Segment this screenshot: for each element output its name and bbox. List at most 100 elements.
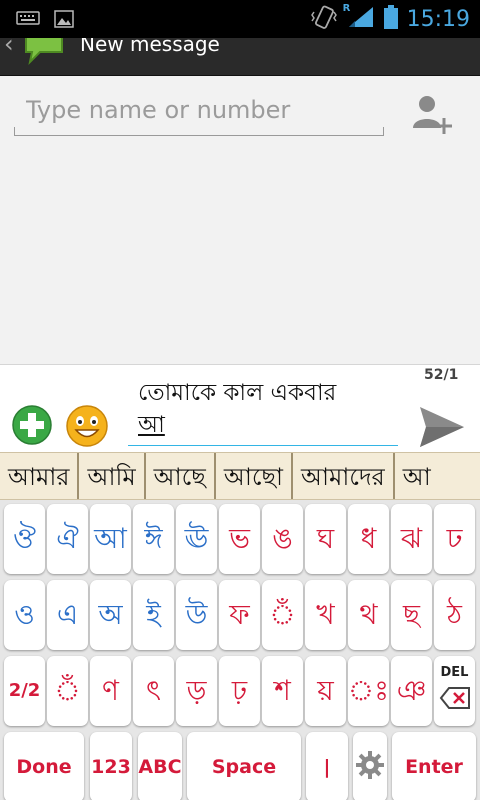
page-title: New message bbox=[80, 38, 220, 56]
char-key[interactable]: ঙ bbox=[262, 504, 303, 574]
char-key[interactable]: ◌ঁ bbox=[47, 656, 88, 726]
key-label: উ bbox=[185, 598, 208, 631]
key-label: ঢ় bbox=[231, 674, 248, 707]
action-bar: ‹ New message bbox=[0, 38, 480, 76]
keyboard-row-4: Done 123 ABC Space | Enter bbox=[0, 728, 480, 800]
char-key[interactable]: ঔ bbox=[4, 504, 45, 574]
delete-label: DEL bbox=[440, 665, 469, 680]
key-label: ফ bbox=[229, 598, 250, 631]
smiley-icon[interactable] bbox=[66, 405, 108, 447]
key-label: ঈ bbox=[144, 522, 163, 555]
char-key[interactable]: ও bbox=[4, 580, 45, 650]
done-key[interactable]: Done bbox=[4, 732, 84, 800]
key-label: ৎ bbox=[146, 674, 161, 707]
char-key[interactable]: য় bbox=[305, 656, 346, 726]
space-key[interactable]: Space bbox=[187, 732, 301, 800]
char-key[interactable]: থ bbox=[348, 580, 389, 650]
page-toggle-key[interactable]: 2/2 bbox=[4, 656, 45, 726]
suggestion-item[interactable]: আ bbox=[395, 453, 439, 499]
char-key[interactable]: ঘ bbox=[305, 504, 346, 574]
pipe-key[interactable]: | bbox=[306, 732, 348, 800]
char-key[interactable]: ৎ bbox=[133, 656, 174, 726]
enter-key[interactable]: Enter bbox=[392, 732, 476, 800]
suggestion-strip: আমার আমি আছে আছো আমাদের আ bbox=[0, 452, 480, 500]
backspace-icon bbox=[439, 686, 471, 714]
key-label: আ bbox=[94, 522, 127, 555]
char-key[interactable]: ঞ bbox=[391, 656, 432, 726]
key-label: ঞ bbox=[396, 674, 427, 707]
key-label: ঢ bbox=[446, 522, 463, 555]
char-key[interactable]: ছ bbox=[391, 580, 432, 650]
char-key[interactable]: ঠ bbox=[434, 580, 475, 650]
char-key[interactable]: খ bbox=[305, 580, 346, 650]
char-key[interactable]: ◌ঃ bbox=[348, 656, 389, 726]
composing-text: আ bbox=[138, 412, 165, 438]
add-contact-icon[interactable] bbox=[412, 92, 454, 136]
battery-icon bbox=[383, 4, 399, 34]
plus-circle-icon[interactable] bbox=[12, 405, 52, 445]
suggestion-item[interactable]: আমি bbox=[79, 453, 146, 499]
char-key[interactable]: ধ bbox=[348, 504, 389, 574]
key-label: ঐ bbox=[56, 522, 79, 555]
back-chevron-icon[interactable]: ‹ bbox=[4, 38, 14, 58]
key-label: ঠ bbox=[447, 598, 462, 631]
key-label: য় bbox=[317, 674, 334, 707]
suggestion-item[interactable]: আছো bbox=[216, 453, 294, 499]
gear-icon bbox=[355, 750, 385, 784]
char-key[interactable]: ই bbox=[133, 580, 174, 650]
char-key[interactable]: ঝ bbox=[391, 504, 432, 574]
key-label: ◌ঁ bbox=[54, 674, 81, 707]
bengali-keyboard: ঔঐআঈঊভঙঘধঝঢ ও এ অ ই উ ফ ◌ঁ খ থ ছ ঠ 2/2 ◌ঁ ণ ৎ ড় ঢ় শ য় ◌… bbox=[0, 500, 480, 800]
key-label: এ bbox=[56, 598, 79, 631]
char-key[interactable]: ◌ঁ bbox=[262, 580, 303, 650]
numeric-key[interactable]: 123 bbox=[90, 732, 132, 800]
recipient-field-wrapper bbox=[14, 90, 384, 136]
char-key[interactable]: ঢ় bbox=[219, 656, 260, 726]
key-label: ঔ bbox=[13, 522, 36, 555]
roaming-mark: R bbox=[342, 3, 351, 14]
key-label: অ bbox=[98, 598, 123, 631]
key-label: ড় bbox=[186, 674, 207, 707]
char-key[interactable]: ড় bbox=[176, 656, 217, 726]
char-key[interactable]: ভ bbox=[219, 504, 260, 574]
recipient-input[interactable] bbox=[14, 90, 384, 130]
message-underline bbox=[128, 445, 398, 446]
suggestion-item[interactable]: আমার bbox=[0, 453, 80, 499]
key-label: ছ bbox=[403, 598, 420, 631]
abc-key[interactable]: ABC bbox=[138, 732, 182, 800]
char-key[interactable]: উ bbox=[176, 580, 217, 650]
char-key[interactable]: অ bbox=[90, 580, 131, 650]
key-label: ঘ bbox=[316, 522, 335, 555]
key-label: ঝ bbox=[400, 522, 423, 555]
char-key[interactable]: আ bbox=[90, 504, 131, 574]
delete-key[interactable]: DEL bbox=[434, 656, 475, 726]
send-icon[interactable] bbox=[416, 405, 466, 449]
suggestion-item[interactable]: আমাদের bbox=[293, 453, 395, 499]
roaming-signal-icon: R bbox=[342, 3, 375, 33]
char-key[interactable]: শ bbox=[262, 656, 303, 726]
settings-key[interactable] bbox=[353, 732, 387, 800]
key-label: থ bbox=[359, 598, 378, 631]
keyboard-row-2: ও এ অ ই উ ফ ◌ঁ খ থ ছ ঠ bbox=[0, 576, 480, 652]
key-label: ভ bbox=[229, 522, 250, 555]
recipient-area bbox=[0, 76, 480, 364]
key-label: ◌ঁ bbox=[269, 598, 296, 631]
key-label: ই bbox=[146, 598, 161, 631]
char-key[interactable]: এ bbox=[47, 580, 88, 650]
char-key[interactable]: ফ bbox=[219, 580, 260, 650]
image-icon bbox=[54, 10, 74, 32]
message-body[interactable]: তোমাকে কাল একবার আ bbox=[138, 377, 398, 441]
suggestion-item[interactable]: আছে bbox=[146, 453, 216, 499]
key-label: ◌ঃ bbox=[347, 674, 390, 707]
messaging-app-icon[interactable] bbox=[20, 38, 68, 72]
char-key[interactable]: ঐ bbox=[47, 504, 88, 574]
key-label: ণ bbox=[102, 674, 119, 707]
char-key[interactable]: ণ bbox=[90, 656, 131, 726]
key-label: ঙ bbox=[272, 522, 293, 555]
key-label: শ bbox=[274, 674, 291, 707]
char-key[interactable]: ঊ bbox=[176, 504, 217, 574]
keyboard-row-1: ঔঐআঈঊভঙঘধঝঢ bbox=[0, 500, 480, 576]
char-key[interactable]: ঢ bbox=[434, 504, 475, 574]
key-label: খ bbox=[316, 598, 335, 631]
char-key[interactable]: ঈ bbox=[133, 504, 174, 574]
